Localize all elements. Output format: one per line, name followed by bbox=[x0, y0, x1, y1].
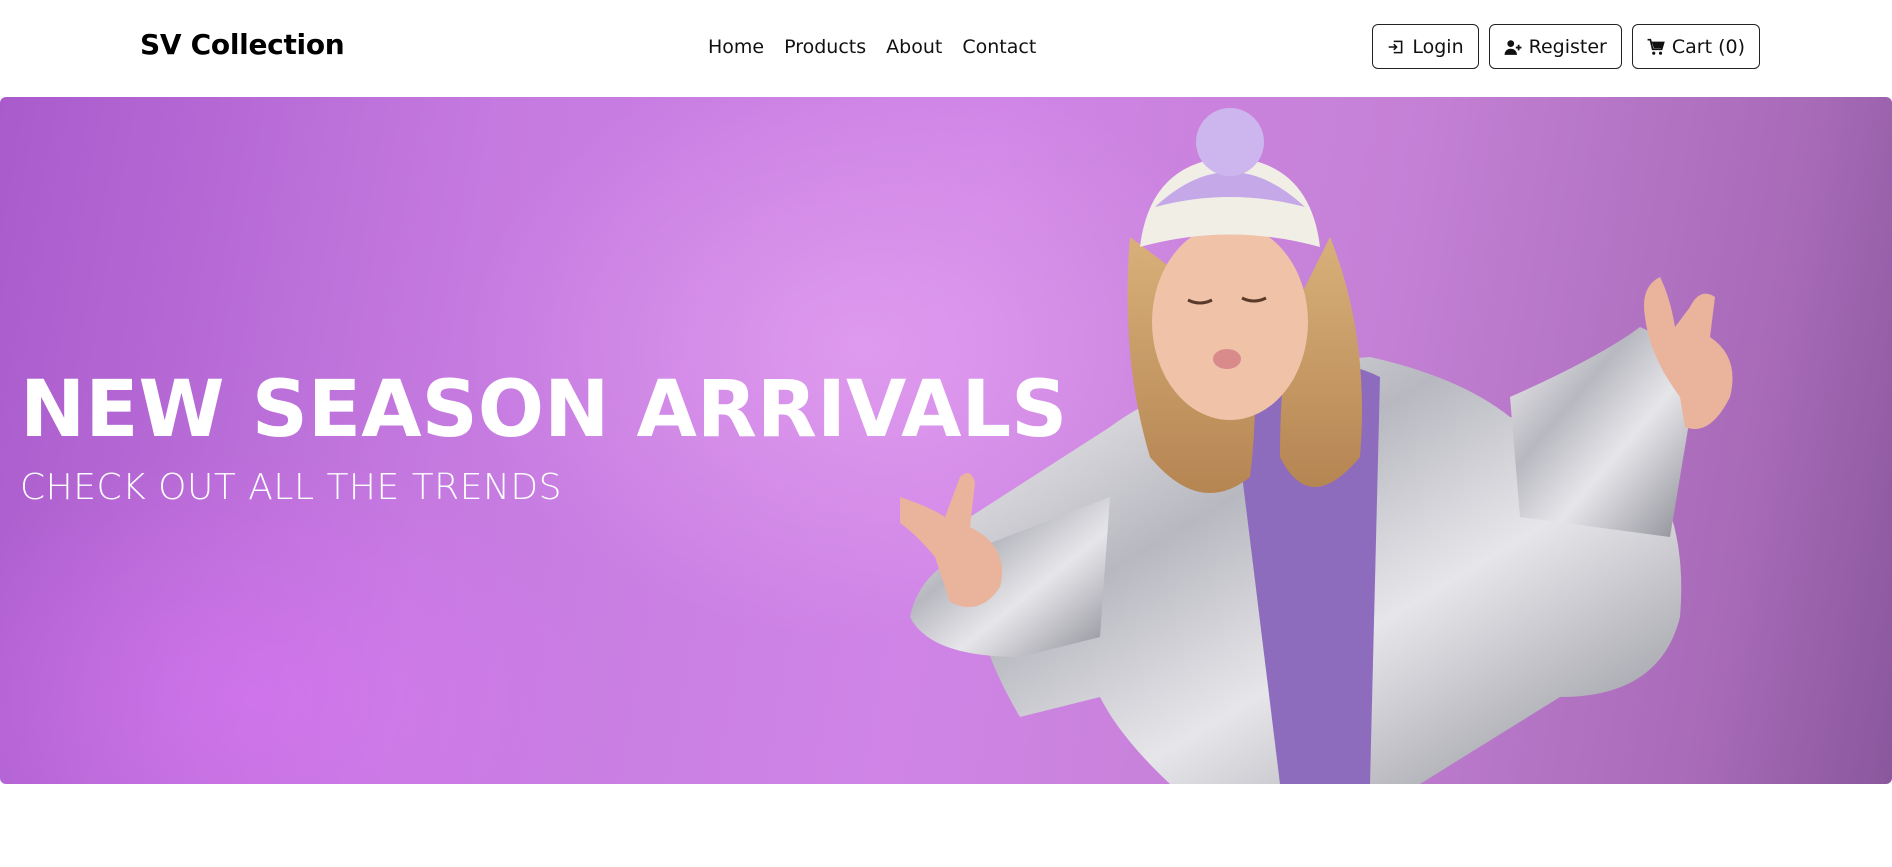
hero-subtitle: CHECK OUT ALL THE TRENDS bbox=[20, 467, 562, 508]
user-plus-icon bbox=[1504, 39, 1522, 55]
cart-button[interactable]: Cart (0) bbox=[1631, 24, 1760, 69]
nav-products-link[interactable]: Products bbox=[784, 36, 866, 58]
brand-logo[interactable]: SV Collection bbox=[140, 28, 345, 61]
cart-label: Cart (0) bbox=[1671, 35, 1745, 58]
navbar: SV Collection Home Products About Contac… bbox=[0, 0, 1892, 97]
register-label: Register bbox=[1528, 35, 1607, 58]
login-label: Login bbox=[1412, 35, 1464, 58]
nav-contact-link[interactable]: Contact bbox=[962, 36, 1036, 58]
header-actions: Login Register Cart (0) bbox=[1372, 24, 1760, 69]
nav-about-link[interactable]: About bbox=[886, 36, 942, 58]
nav-home-link[interactable]: Home bbox=[708, 36, 764, 58]
login-button[interactable]: Login bbox=[1372, 24, 1479, 69]
hero-title: NEW SEASON ARRIVALS bbox=[20, 365, 1068, 455]
hero-banner: NEW SEASON ARRIVALS CHECK OUT ALL THE TR… bbox=[0, 97, 1892, 784]
login-icon bbox=[1389, 40, 1403, 53]
cart-icon bbox=[1647, 38, 1665, 55]
register-button[interactable]: Register bbox=[1488, 24, 1622, 69]
nav-links: Home Products About Contact bbox=[708, 36, 1036, 58]
